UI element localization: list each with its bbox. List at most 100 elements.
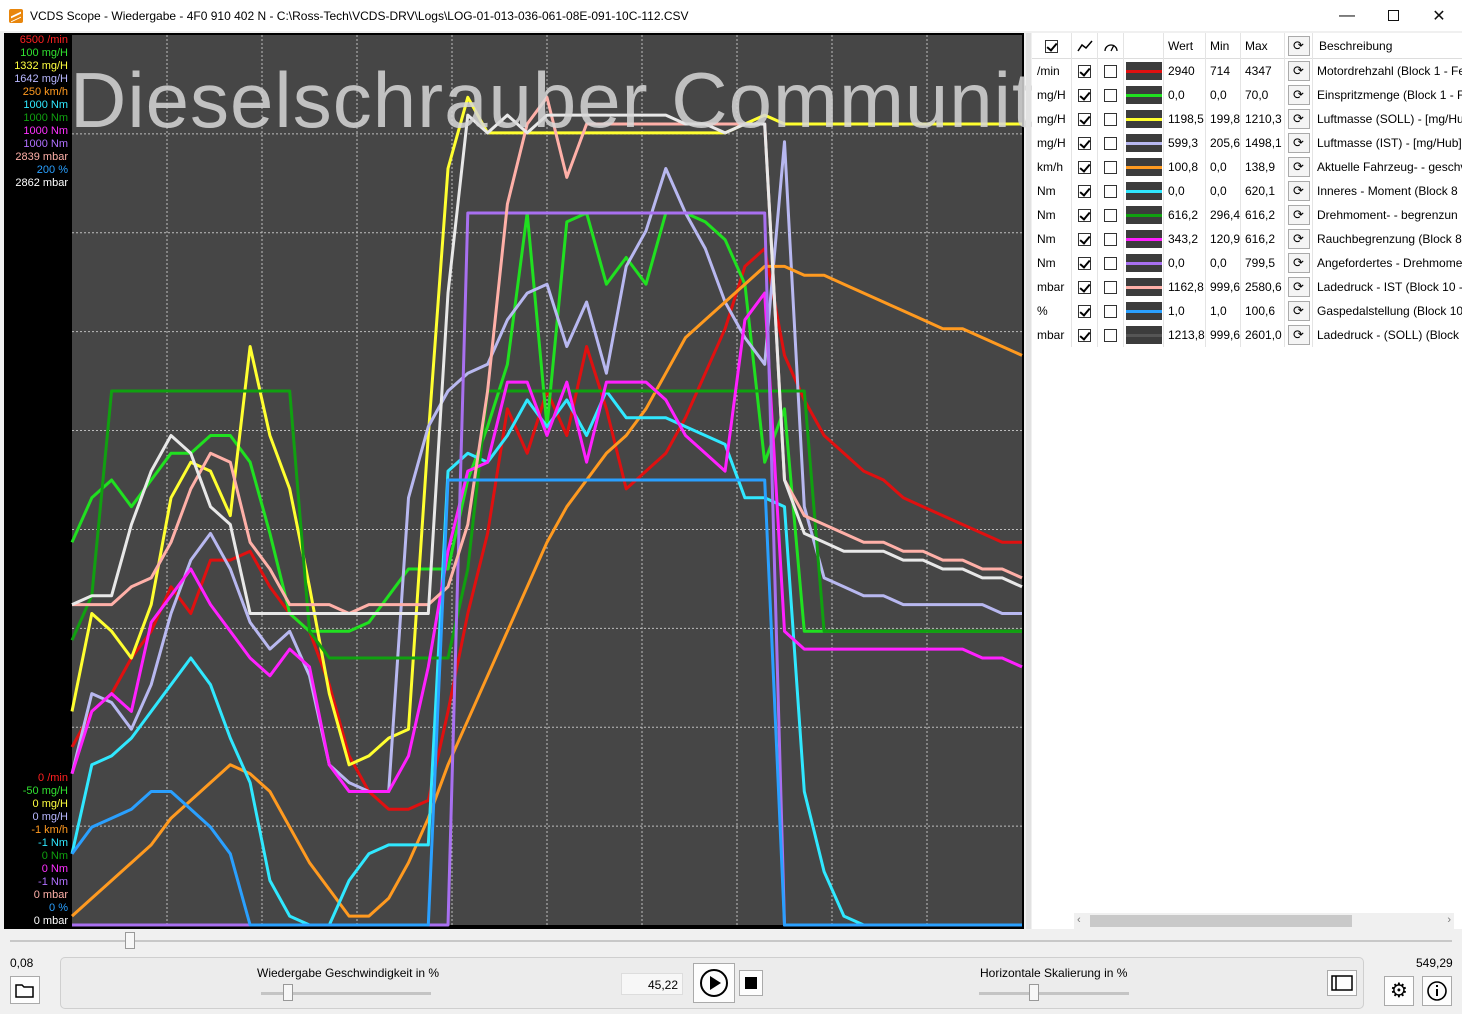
timeline-thumb[interactable] [125, 932, 135, 949]
gauge-checkbox[interactable] [1104, 280, 1117, 294]
cell-reset[interactable]: ⟳ [1285, 275, 1313, 299]
reset-icon[interactable]: ⟳ [1287, 205, 1310, 225]
cell-gauge[interactable] [1098, 83, 1124, 107]
cell-reset[interactable]: ⟳ [1285, 131, 1313, 155]
color-swatch[interactable] [1125, 110, 1162, 128]
color-swatch[interactable] [1125, 230, 1162, 248]
visible-checkbox[interactable] [1078, 88, 1091, 102]
table-row[interactable]: Nm 343,2 120,9 616,2 ⟳ Rauchbegrenzung (Block… [1032, 227, 1462, 251]
panel-toggle-button[interactable] [1327, 970, 1357, 996]
cell-reset[interactable]: ⟳ [1285, 83, 1313, 107]
info-button[interactable] [1422, 976, 1452, 1006]
header-reset[interactable]: ⟳ [1285, 33, 1313, 59]
gauge-checkbox[interactable] [1104, 136, 1117, 150]
cell-color[interactable] [1124, 59, 1164, 83]
table-row[interactable]: % 1,0 1,0 100,6 ⟳ Gaspedalstellung (Block 10 [1032, 299, 1462, 323]
gauge-checkbox[interactable] [1104, 304, 1117, 318]
play-button[interactable] [693, 963, 735, 1003]
visible-checkbox[interactable] [1078, 64, 1091, 78]
scrollbar-thumb[interactable] [1090, 915, 1352, 927]
gauge-checkbox[interactable] [1104, 232, 1117, 246]
cell-gauge[interactable] [1098, 131, 1124, 155]
cell-reset[interactable]: ⟳ [1285, 251, 1313, 275]
maximize-button[interactable] [1370, 0, 1416, 31]
reset-all-icon[interactable]: ⟳ [1287, 36, 1310, 56]
cell-visible[interactable] [1072, 251, 1098, 275]
header-beschreibung[interactable]: Beschreibung [1313, 33, 1462, 59]
visible-checkbox[interactable] [1078, 184, 1091, 198]
table-row[interactable]: /min 2940 714 4347 ⟳ Motordrehzahl (Block 1 -… [1032, 59, 1462, 83]
cell-color[interactable] [1124, 203, 1164, 227]
table-row[interactable]: mbar 1162,8 999,6 2580,6 ⟳ Ladedruck - IST (B… [1032, 275, 1462, 299]
reset-icon[interactable]: ⟳ [1287, 61, 1310, 81]
table-row[interactable]: Nm 616,2 296,4 616,2 ⟳ Drehmoment- - begrenzu… [1032, 203, 1462, 227]
header-max[interactable]: Max [1241, 33, 1285, 59]
cell-gauge[interactable] [1098, 275, 1124, 299]
cell-reset[interactable]: ⟳ [1285, 107, 1313, 131]
visible-checkbox[interactable] [1078, 256, 1091, 270]
color-swatch[interactable] [1125, 134, 1162, 152]
close-button[interactable]: ✕ [1416, 0, 1462, 31]
gauge-checkbox[interactable] [1104, 328, 1117, 342]
stop-button[interactable] [739, 970, 763, 996]
reset-icon[interactable]: ⟳ [1287, 133, 1310, 153]
cell-color[interactable] [1124, 107, 1164, 131]
reset-icon[interactable]: ⟳ [1287, 181, 1310, 201]
cell-color[interactable] [1124, 227, 1164, 251]
gauge-checkbox[interactable] [1104, 64, 1117, 78]
cell-visible[interactable] [1072, 59, 1098, 83]
color-swatch[interactable] [1125, 62, 1162, 80]
reset-icon[interactable]: ⟳ [1287, 253, 1310, 273]
cell-reset[interactable]: ⟳ [1285, 323, 1313, 347]
cell-color[interactable] [1124, 323, 1164, 347]
table-horizontal-scrollbar[interactable]: ‹ › [1074, 913, 1454, 929]
cell-visible[interactable] [1072, 179, 1098, 203]
cell-visible[interactable] [1072, 203, 1098, 227]
cell-color[interactable] [1124, 131, 1164, 155]
table-row[interactable]: mg/H 1198,5 199,8 1210,3 ⟳ Luftmasse (SOLL) -… [1032, 107, 1462, 131]
gauge-checkbox[interactable] [1104, 112, 1117, 126]
open-folder-button[interactable] [10, 976, 40, 1004]
cell-gauge[interactable] [1098, 227, 1124, 251]
visible-checkbox[interactable] [1078, 232, 1091, 246]
checkbox-all-icon[interactable] [1045, 39, 1058, 53]
gauge-checkbox[interactable] [1104, 88, 1117, 102]
settings-button[interactable]: ⚙ [1384, 976, 1414, 1006]
cell-reset[interactable]: ⟳ [1285, 59, 1313, 83]
visible-checkbox[interactable] [1078, 112, 1091, 126]
cell-visible[interactable] [1072, 275, 1098, 299]
color-swatch[interactable] [1125, 302, 1162, 320]
gauge-checkbox[interactable] [1104, 160, 1117, 174]
reset-icon[interactable]: ⟳ [1287, 229, 1310, 249]
cell-gauge[interactable] [1098, 155, 1124, 179]
color-swatch[interactable] [1125, 326, 1162, 344]
header-wert[interactable]: Wert [1164, 33, 1206, 59]
table-row[interactable]: km/h 100,8 0,0 138,9 ⟳ Aktuelle Fahrzeug- - g… [1032, 155, 1462, 179]
reset-icon[interactable]: ⟳ [1287, 109, 1310, 129]
panel-splitter[interactable] [1026, 33, 1031, 929]
cell-visible[interactable] [1072, 299, 1098, 323]
color-swatch[interactable] [1125, 278, 1162, 296]
cell-gauge[interactable] [1098, 203, 1124, 227]
cell-reset[interactable]: ⟳ [1285, 227, 1313, 251]
visible-checkbox[interactable] [1078, 328, 1091, 342]
hscale-slider[interactable] [979, 992, 1129, 995]
reset-icon[interactable]: ⟳ [1287, 277, 1310, 297]
cell-color[interactable] [1124, 179, 1164, 203]
visible-checkbox[interactable] [1078, 208, 1091, 222]
cell-gauge[interactable] [1098, 107, 1124, 131]
speed-slider-thumb[interactable] [283, 984, 293, 1001]
cell-visible[interactable] [1072, 227, 1098, 251]
cell-visible[interactable] [1072, 323, 1098, 347]
cell-gauge[interactable] [1098, 299, 1124, 323]
chart-canvas[interactable] [4, 33, 1024, 929]
reset-icon[interactable]: ⟳ [1287, 325, 1310, 345]
table-row[interactable]: Nm 0,0 0,0 620,1 ⟳ Inneres - Moment (Block 8 [1032, 179, 1462, 203]
cell-visible[interactable] [1072, 107, 1098, 131]
scroll-left-icon[interactable]: ‹ [1077, 914, 1081, 926]
visible-checkbox[interactable] [1078, 136, 1091, 150]
scope-plot[interactable] [4, 33, 1024, 929]
cell-color[interactable] [1124, 275, 1164, 299]
table-row[interactable]: Nm 0,0 0,0 799,5 ⟳ Angefordertes - Drehmome [1032, 251, 1462, 275]
cell-visible[interactable] [1072, 83, 1098, 107]
